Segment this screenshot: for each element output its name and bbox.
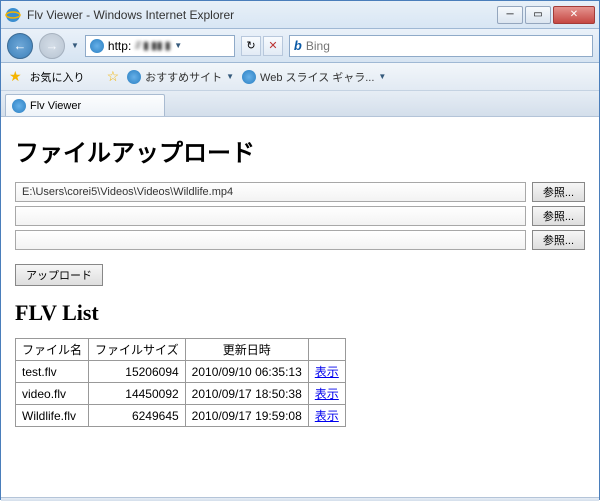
- address-dropdown-icon[interactable]: ▼: [174, 41, 182, 50]
- suggested-star-icon: ☆: [107, 68, 120, 85]
- search-input[interactable]: [306, 39, 588, 53]
- table-header-row: ファイル名 ファイルサイズ 更新日時: [16, 339, 346, 361]
- cell-filesize: 14450092: [89, 383, 186, 405]
- tab-bar: Flv Viewer: [1, 91, 599, 117]
- window-title: Flv Viewer - Windows Internet Explorer: [27, 8, 497, 22]
- favorites-star-icon[interactable]: ★: [9, 68, 22, 85]
- favorites-bar: ★ お気に入り ☆ おすすめサイト ▼ Web スライス ギャラ... ▼: [1, 63, 599, 91]
- ie-logo-icon: [5, 7, 21, 23]
- history-dropdown-icon[interactable]: ▼: [71, 41, 79, 50]
- close-button[interactable]: ✕: [553, 6, 595, 24]
- table-row: video.flv144500922010/09/17 18:50:38 表示: [16, 383, 346, 405]
- stop-button[interactable]: ✕: [263, 36, 283, 56]
- col-date: 更新日時: [185, 339, 308, 361]
- file-input-1[interactable]: E:\Users\corei5\Videos\Videos\Wildlife.m…: [15, 182, 526, 202]
- forward-button[interactable]: →: [39, 33, 65, 59]
- address-bar[interactable]: http: // ▮ ▮▮ ▮ ▼: [85, 35, 235, 57]
- favorites-label[interactable]: お気に入り: [30, 69, 85, 85]
- browse-button-1[interactable]: 参照...: [532, 182, 585, 202]
- minimize-button[interactable]: ─: [497, 6, 523, 24]
- search-box[interactable]: b: [289, 35, 593, 57]
- view-link[interactable]: 表示: [315, 387, 339, 401]
- cell-filename: Wildlife.flv: [16, 405, 89, 427]
- file-row: 参照...: [15, 206, 585, 226]
- list-heading: FLV List: [15, 300, 585, 326]
- col-filename: ファイル名: [16, 339, 89, 361]
- cell-date: 2010/09/10 06:35:13: [185, 361, 308, 383]
- browse-button-2[interactable]: 参照...: [532, 206, 585, 226]
- webslice-link[interactable]: Web スライス ギャラ... ▼: [242, 69, 386, 85]
- window-titlebar: Flv Viewer - Windows Internet Explorer ─…: [1, 1, 599, 29]
- maximize-button[interactable]: ▭: [525, 6, 551, 24]
- nav-toolbar: ← → ▼ http: // ▮ ▮▮ ▮ ▼ ↻ ✕ b: [1, 29, 599, 63]
- view-link[interactable]: 表示: [315, 365, 339, 379]
- col-action: [308, 339, 345, 361]
- nav-icon-group: ↻ ✕: [241, 36, 283, 56]
- table-row: test.flv152060942010/09/10 06:35:13 表示: [16, 361, 346, 383]
- col-filesize: ファイルサイズ: [89, 339, 186, 361]
- cell-action: 表示: [308, 361, 345, 383]
- browse-button-3[interactable]: 参照...: [532, 230, 585, 250]
- page-icon: [90, 39, 104, 53]
- window-controls: ─ ▭ ✕: [497, 6, 595, 24]
- cell-action: 表示: [308, 405, 345, 427]
- tab-label: Flv Viewer: [30, 100, 81, 112]
- page-icon: [12, 99, 26, 113]
- suggested-sites-link[interactable]: おすすめサイト ▼: [127, 69, 234, 85]
- ie-icon: [242, 70, 256, 84]
- file-row: E:\Users\corei5\Videos\Videos\Wildlife.m…: [15, 182, 585, 202]
- status-bar: [1, 497, 599, 501]
- cell-filesize: 6249645: [89, 405, 186, 427]
- cell-date: 2010/09/17 19:59:08: [185, 405, 308, 427]
- cell-filename: test.flv: [16, 361, 89, 383]
- cell-filename: video.flv: [16, 383, 89, 405]
- cell-date: 2010/09/17 18:50:38: [185, 383, 308, 405]
- file-input-2[interactable]: [15, 206, 526, 226]
- webslice-label: Web スライス ギャラ...: [260, 69, 374, 85]
- bing-icon: b: [294, 38, 302, 53]
- cell-filesize: 15206094: [89, 361, 186, 383]
- chevron-down-icon: ▼: [226, 72, 234, 81]
- ie-icon: [127, 70, 141, 84]
- file-row: 参照...: [15, 230, 585, 250]
- suggested-label: おすすめサイト: [145, 69, 222, 85]
- url-host-blurred: // ▮ ▮▮ ▮: [135, 39, 170, 52]
- refresh-button[interactable]: ↻: [241, 36, 261, 56]
- view-link[interactable]: 表示: [315, 409, 339, 423]
- page-content: ファイルアップロード E:\Users\corei5\Videos\Videos…: [1, 117, 599, 497]
- upload-button[interactable]: アップロード: [15, 264, 103, 286]
- upload-heading: ファイルアップロード: [15, 133, 585, 168]
- table-row: Wildlife.flv62496452010/09/17 19:59:08 表示: [16, 405, 346, 427]
- url-scheme: http:: [108, 39, 131, 53]
- cell-action: 表示: [308, 383, 345, 405]
- file-input-3[interactable]: [15, 230, 526, 250]
- chevron-down-icon: ▼: [378, 72, 386, 81]
- flv-table: ファイル名 ファイルサイズ 更新日時 test.flv152060942010/…: [15, 338, 346, 427]
- back-button[interactable]: ←: [7, 33, 33, 59]
- tab-flv-viewer[interactable]: Flv Viewer: [5, 94, 165, 116]
